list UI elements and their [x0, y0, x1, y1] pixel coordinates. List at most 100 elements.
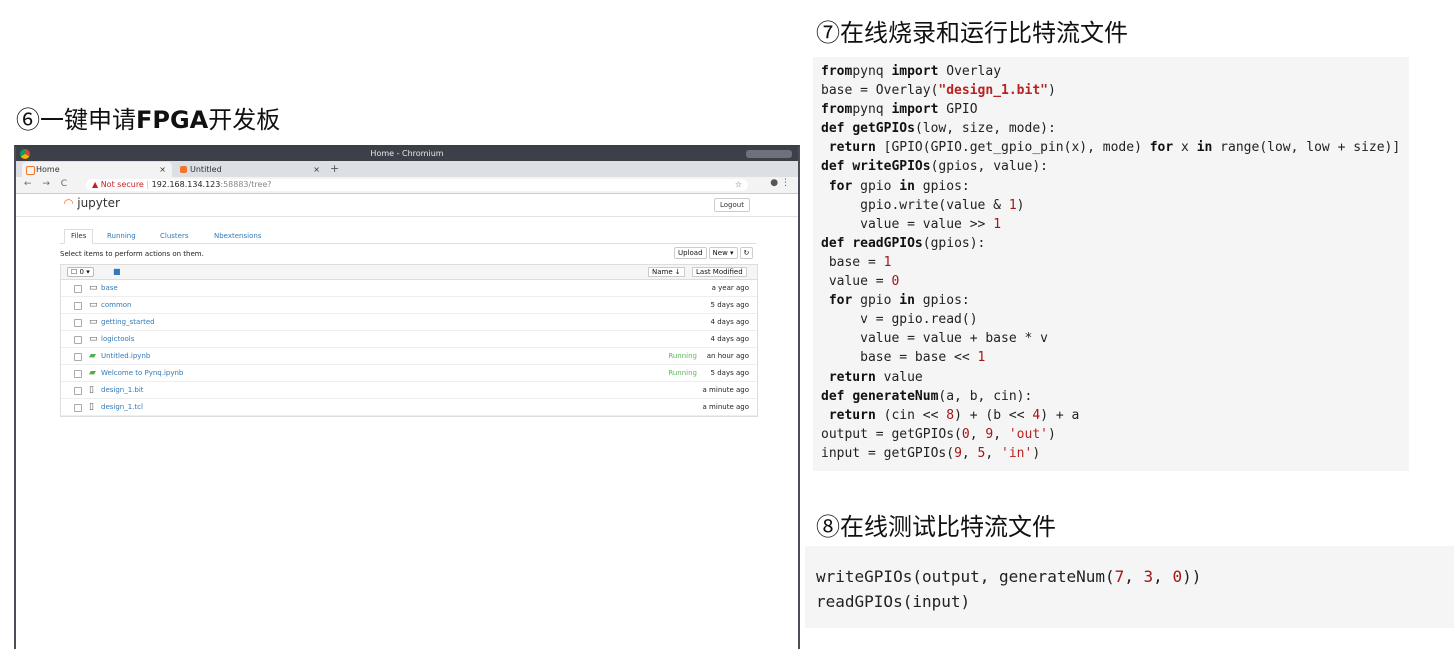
file-name[interactable]: design_1.bit — [101, 382, 144, 398]
code-token: (gpios, value): — [930, 159, 1048, 175]
row-checkbox[interactable] — [74, 387, 82, 395]
file-row[interactable]: ▰ Untitled.ipynb Running an hour ago — [61, 348, 757, 365]
folder-icon[interactable]: ■ — [113, 267, 121, 276]
browser-window: Home - Chromium Home × Untitled × + ← → … — [14, 145, 800, 649]
code-line: output = getGPIOs(0, 9, 'out') — [821, 425, 1409, 444]
step6-text: ⑥一键申请 — [16, 106, 136, 134]
file-row[interactable]: ▭ getting_started 4 days ago — [61, 314, 757, 331]
bookmark-star-icon[interactable]: ☆ — [735, 179, 742, 191]
code-token: input = getGPIOs( — [821, 445, 955, 461]
code-token: range(low, low + size)] — [1212, 140, 1401, 156]
file-modified: 5 days ago — [710, 369, 749, 377]
url-input[interactable]: ▲ Not secure | 192.168.134.123:58883/tre… — [86, 179, 748, 191]
code-cell-overlay[interactable]: frompynq import Overlay base = Overlay("d… — [813, 57, 1409, 471]
jupyter-logo[interactable]: ◠ jupyter — [64, 196, 120, 210]
file-name[interactable]: Untitled.ipynb — [101, 348, 150, 364]
code-token: def — [821, 121, 853, 137]
code-token: return — [828, 369, 876, 385]
file-name[interactable]: logictools — [101, 331, 134, 347]
code-token: return — [828, 140, 876, 156]
code-line: def getGPIOs(low, size, mode): — [821, 119, 1409, 138]
row-checkbox[interactable] — [74, 353, 82, 361]
logout-button[interactable]: Logout — [714, 198, 750, 212]
file-name[interactable]: Welcome to Pynq.ipynb — [101, 365, 183, 381]
code-token: readGPIOs(input) — [816, 592, 971, 611]
notebook-icon: ▰ — [89, 351, 96, 361]
code-cell-test[interactable]: writeGPIOs(output, generateNum(7, 3, 0))… — [805, 546, 1454, 628]
tab-strip: Home × Untitled × + — [16, 161, 798, 177]
tab-running[interactable]: Running — [107, 230, 136, 243]
file-icon: ▯ — [89, 385, 94, 395]
file-name[interactable]: base — [101, 280, 118, 296]
code-token: base = — [821, 254, 884, 270]
file-modified: 4 days ago — [710, 335, 749, 343]
refresh-button[interactable]: ↻ — [739, 247, 754, 259]
select-count: 0 — [79, 268, 84, 276]
file-row[interactable]: ▭ base a year ago — [61, 280, 757, 297]
code-token: , — [985, 445, 1002, 461]
file-row[interactable]: ▭ common 5 days ago — [61, 297, 757, 314]
code-token: in — [1196, 140, 1213, 156]
tab-files[interactable]: Files — [64, 229, 94, 244]
row-checkbox[interactable] — [74, 370, 82, 378]
notebook-icon: ▰ — [89, 368, 96, 378]
tab-close-icon[interactable]: × — [159, 162, 166, 177]
code-token: , — [1153, 567, 1173, 586]
select-all-checkbox[interactable]: ☐ 0 ▾ — [67, 267, 94, 277]
sort-name-button[interactable]: Name ↓ — [648, 267, 685, 277]
file-row[interactable]: ▭ logictools 4 days ago — [61, 331, 757, 348]
chromium-logo-icon — [20, 149, 30, 159]
profile-menu-icons[interactable]: ● ⋮ — [770, 178, 790, 188]
file-row[interactable]: ▯ design_1.bit a minute ago — [61, 382, 757, 399]
row-checkbox[interactable] — [74, 285, 82, 293]
code-token: readGPIOs — [852, 235, 923, 251]
code-token: v = gpio.read() — [821, 312, 978, 328]
tab-clusters[interactable]: Clusters — [160, 230, 189, 243]
code-line: for gpio in gpios: — [821, 177, 1409, 196]
file-row[interactable]: ▰ Welcome to Pynq.ipynb Running 5 days ago — [61, 365, 757, 382]
code-token: 0 — [891, 274, 900, 290]
code-line: value = value + base * v — [821, 329, 1409, 348]
sort-modified-button[interactable]: Last Modified — [692, 267, 747, 277]
code-token: def — [821, 388, 853, 404]
jupyter-logo-text: jupyter — [77, 196, 120, 210]
tab-nbextensions[interactable]: Nbextensions — [214, 230, 261, 243]
nav-buttons[interactable]: ← → C — [24, 179, 71, 189]
code-token: def — [821, 159, 853, 175]
row-checkbox[interactable] — [74, 319, 82, 327]
code-token: pynq — [852, 64, 892, 79]
window-controls[interactable] — [746, 150, 792, 158]
code-token: writeGPIOs — [852, 159, 931, 175]
code-token: GPIO — [938, 102, 978, 118]
tab-close-icon[interactable]: × — [313, 162, 320, 177]
row-checkbox[interactable] — [74, 302, 82, 310]
file-name[interactable]: design_1.tcl — [101, 399, 143, 415]
file-name[interactable]: common — [101, 297, 132, 313]
new-button[interactable]: New ▾ — [708, 247, 738, 259]
code-token: ) + (b << — [954, 407, 1033, 423]
code-token: ) + a — [1040, 407, 1080, 423]
code-token: for — [828, 178, 853, 194]
code-token: 'in' — [1001, 445, 1033, 461]
upload-button[interactable]: Upload — [674, 247, 707, 259]
window-title: Home - Chromium — [370, 149, 444, 158]
tab-home[interactable]: Home × — [22, 162, 172, 177]
row-checkbox[interactable] — [74, 404, 82, 412]
not-secure-badge[interactable]: ▲ Not secure — [92, 180, 144, 189]
file-row[interactable]: ▯ design_1.tcl a minute ago — [61, 399, 757, 416]
tab-untitled[interactable]: Untitled × — [176, 162, 326, 177]
code-token: from — [821, 102, 853, 118]
code-line: return [GPIO(GPIO.get_gpio_pin(x), mode)… — [821, 138, 1409, 157]
code-token: ) — [1016, 197, 1025, 213]
code-token: pynq — [852, 102, 892, 118]
file-list: ☐ 0 ▾ ■ Name ↓ Last Modified ▭ base a year… — [60, 264, 758, 417]
file-list-header: ☐ 0 ▾ ■ Name ↓ Last Modified — [61, 265, 757, 280]
code-token: gpio — [852, 178, 900, 194]
row-checkbox[interactable] — [74, 336, 82, 344]
running-status: Running — [668, 352, 697, 360]
file-name[interactable]: getting_started — [101, 314, 155, 330]
new-tab-button[interactable]: + — [330, 161, 339, 177]
code-token: 'out' — [1008, 426, 1048, 442]
